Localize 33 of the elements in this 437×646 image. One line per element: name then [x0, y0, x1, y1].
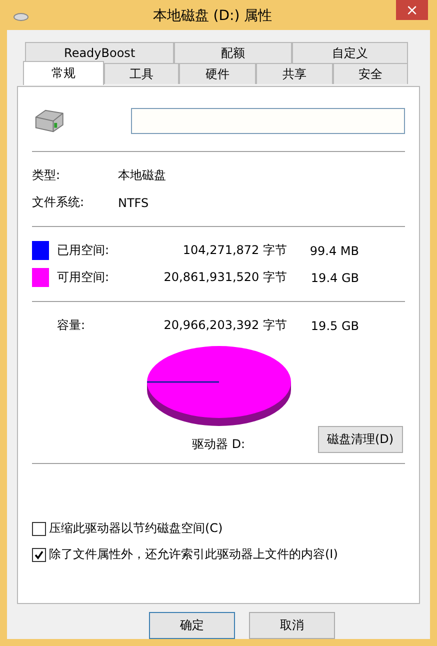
size-value: 19.4 GB [310, 270, 359, 284]
name-field[interactable] [130, 108, 405, 134]
drive-icon [13, 12, 29, 22]
disk-cleanup-button[interactable]: 磁盘清理(D) [318, 426, 403, 452]
checkbox-label: 除了文件属性外，还允许索引此驱动器上文件的内容(I) [49, 546, 338, 563]
tab[interactable]: 自定义 [292, 42, 408, 63]
window-title: 本地磁盘 (D:) 属性 [152, 7, 274, 26]
size-value: 19.5 GB [310, 318, 359, 332]
byte-count: 20,861,931,520 字节 [162, 269, 287, 286]
space-label: 容量: [57, 317, 86, 334]
dialog-button[interactable]: 取消 [249, 612, 335, 639]
checkbox[interactable] [32, 548, 46, 562]
checkbox[interactable] [32, 522, 46, 536]
close-button[interactable]: × [396, 0, 428, 20]
tab[interactable]: 工具 [104, 63, 179, 84]
field-value: 本地磁盘 [118, 167, 166, 184]
space-label: 可用空间: [57, 269, 110, 286]
field-value: NTFS [118, 196, 149, 210]
tab[interactable]: 共享 [256, 63, 333, 84]
byte-count: 104,271,872 字节 [182, 242, 287, 259]
space-label: 已用空间: [57, 242, 110, 259]
field-label: 类型: [32, 167, 62, 184]
byte-count: 20,966,203,392 字节 [162, 317, 287, 334]
tab[interactable]: 安全 [332, 63, 408, 84]
drive-label: 驱动器 D: [192, 436, 246, 452]
checkbox-label: 压缩此驱动器以节约磁盘空间(C) [49, 520, 223, 537]
tab[interactable]: ReadyBoost [25, 42, 174, 63]
tab[interactable]: 配额 [174, 42, 292, 63]
dialog-button[interactable]: 确定 [149, 612, 235, 639]
field-label: 文件系统: [32, 194, 86, 211]
size-value: 99.4 MB [308, 244, 359, 258]
tab[interactable]: 硬件 [178, 63, 256, 84]
tab[interactable]: 常规 [23, 61, 104, 85]
